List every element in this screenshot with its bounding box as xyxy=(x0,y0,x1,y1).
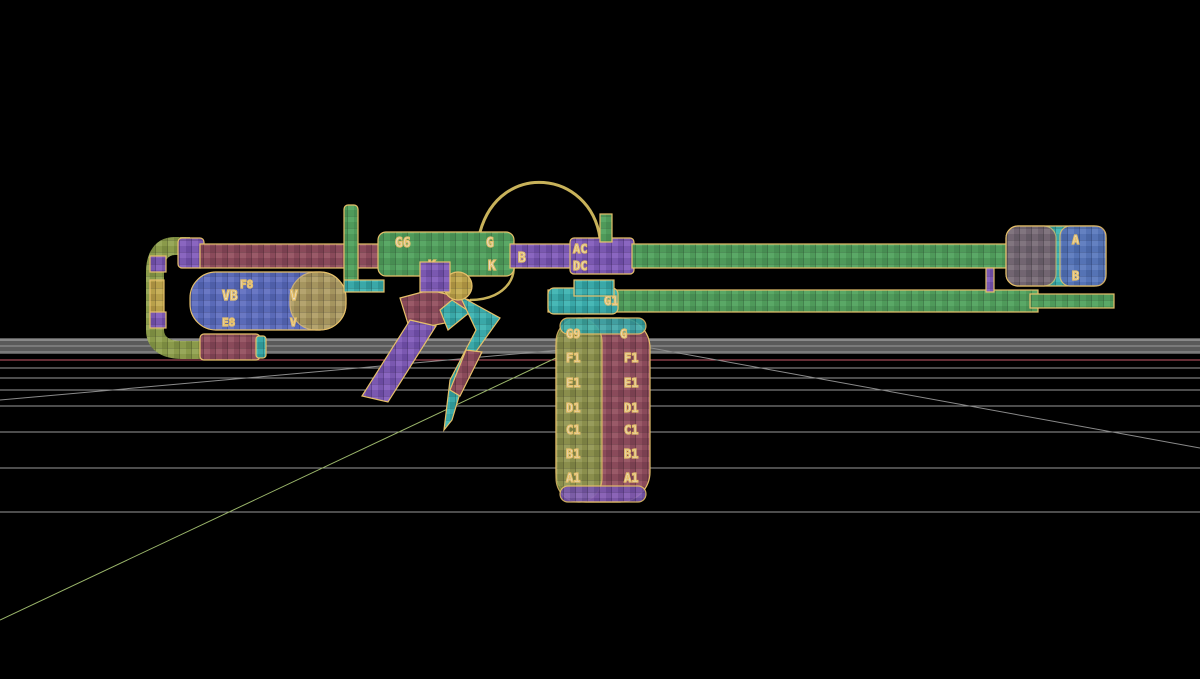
uv-label: F1 xyxy=(566,351,580,365)
uv-label: K xyxy=(488,259,496,274)
nozzle-tip xyxy=(1029,293,1115,309)
uv-label: C1 xyxy=(566,423,580,437)
lower-pipe xyxy=(199,333,261,361)
uv-label: DC xyxy=(573,259,587,273)
uv-label: C1 xyxy=(624,423,638,437)
main-barrel xyxy=(631,243,1013,269)
hose xyxy=(478,181,602,239)
axis-z-line xyxy=(0,355,561,621)
uv-label: D1 xyxy=(566,401,580,415)
uv-label: V xyxy=(290,289,298,304)
uv-label: F1 xyxy=(624,351,638,365)
uv-label: D1 xyxy=(624,401,638,415)
uv-label: AC xyxy=(573,242,587,256)
uv-label: V xyxy=(290,316,297,329)
uv-label: G9 xyxy=(566,327,580,341)
uv-label: VB xyxy=(222,289,238,304)
uv-label: B xyxy=(518,251,526,266)
uv-label: B xyxy=(1072,269,1079,283)
viewport-canvas: VB F8 V E8 V G6 G K K B AC DC A B G1 xyxy=(0,181,1200,621)
uv-label: G6 xyxy=(395,236,411,251)
uv-label: A1 xyxy=(624,471,638,485)
rear-post xyxy=(343,204,359,284)
uv-label: A1 xyxy=(566,471,580,485)
uv-label: B1 xyxy=(624,447,638,461)
uv-label: E1 xyxy=(566,376,580,390)
3d-viewport[interactable]: VB F8 V E8 V G6 G K K B AC DC A B G1 xyxy=(0,0,1200,675)
lower-barrel xyxy=(547,289,1039,313)
uv-label: F8 xyxy=(240,278,253,291)
uv-label: E8 xyxy=(222,316,235,329)
uv-label: A xyxy=(1072,233,1080,247)
uv-label: E1 xyxy=(624,376,638,390)
uv-label: G xyxy=(620,327,627,341)
uv-label: G xyxy=(486,236,494,251)
uv-label: B1 xyxy=(566,447,580,461)
